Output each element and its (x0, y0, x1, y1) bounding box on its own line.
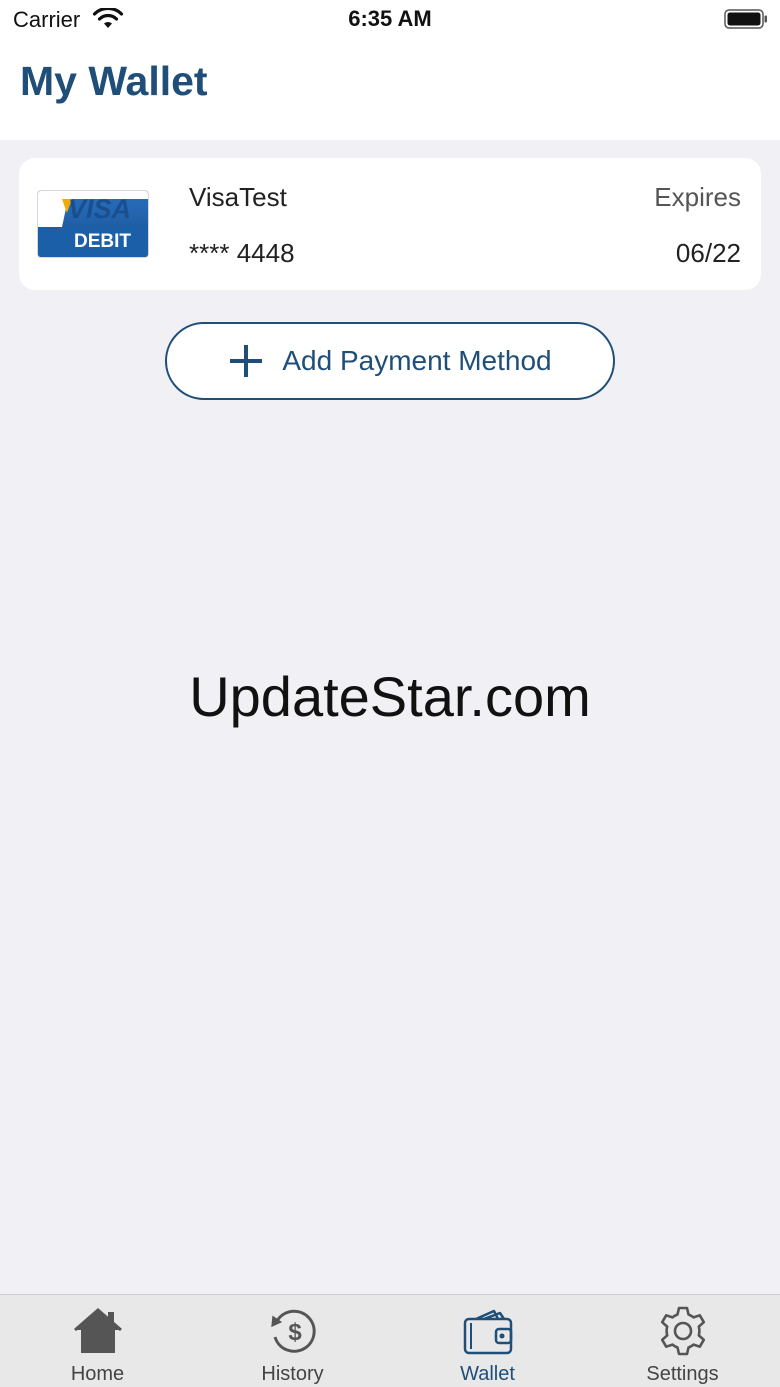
add-payment-method-label: Add Payment Method (282, 345, 552, 376)
tab-settings[interactable]: Settings (585, 1295, 780, 1387)
add-payment-method-button[interactable]: Add Payment Method (165, 322, 615, 400)
payment-card[interactable]: VISA DEBIT VisaTest **** 4448 Expires 06… (19, 158, 761, 290)
tab-history[interactable]: $ History (195, 1295, 390, 1387)
visa-debit-logo: VISA DEBIT (38, 191, 148, 257)
card-masked-number: **** 4448 (189, 238, 295, 268)
tab-settings-label: Settings (646, 1363, 719, 1385)
tab-home-label: Home (70, 1363, 125, 1385)
tab-history-label: History (261, 1363, 324, 1385)
card-nickname: VisaTest (189, 182, 287, 212)
gear-icon (660, 1306, 706, 1356)
home-icon (74, 1308, 122, 1353)
tab-wallet-label: Wallet (460, 1363, 515, 1385)
wallet-icon (463, 1309, 513, 1355)
expiry-date: 06/22 (675, 238, 741, 268)
watermark-text: UpdateStar.com (189, 665, 591, 728)
clock: 6:35 AM (348, 6, 432, 31)
visa-text: VISA (68, 194, 132, 224)
svg-text:$: $ (288, 1319, 302, 1346)
status-bar: Carrier 6:35 AM (0, 0, 780, 40)
page-title: My Wallet (20, 58, 208, 104)
tab-bar: Home $ History Wallet Settings (0, 1294, 780, 1387)
header: My Wallet (0, 40, 780, 140)
expires-label: Expires (654, 182, 741, 212)
tab-wallet[interactable]: Wallet (390, 1295, 585, 1387)
debit-text: DEBIT (74, 231, 131, 252)
history-icon: $ (271, 1309, 316, 1353)
battery-icon (724, 9, 767, 29)
tab-home[interactable]: Home (0, 1295, 195, 1387)
wallet-screen: Carrier 6:35 AM My Wallet VISA DEBIT Vis… (0, 0, 780, 1387)
plus-icon (230, 345, 263, 377)
